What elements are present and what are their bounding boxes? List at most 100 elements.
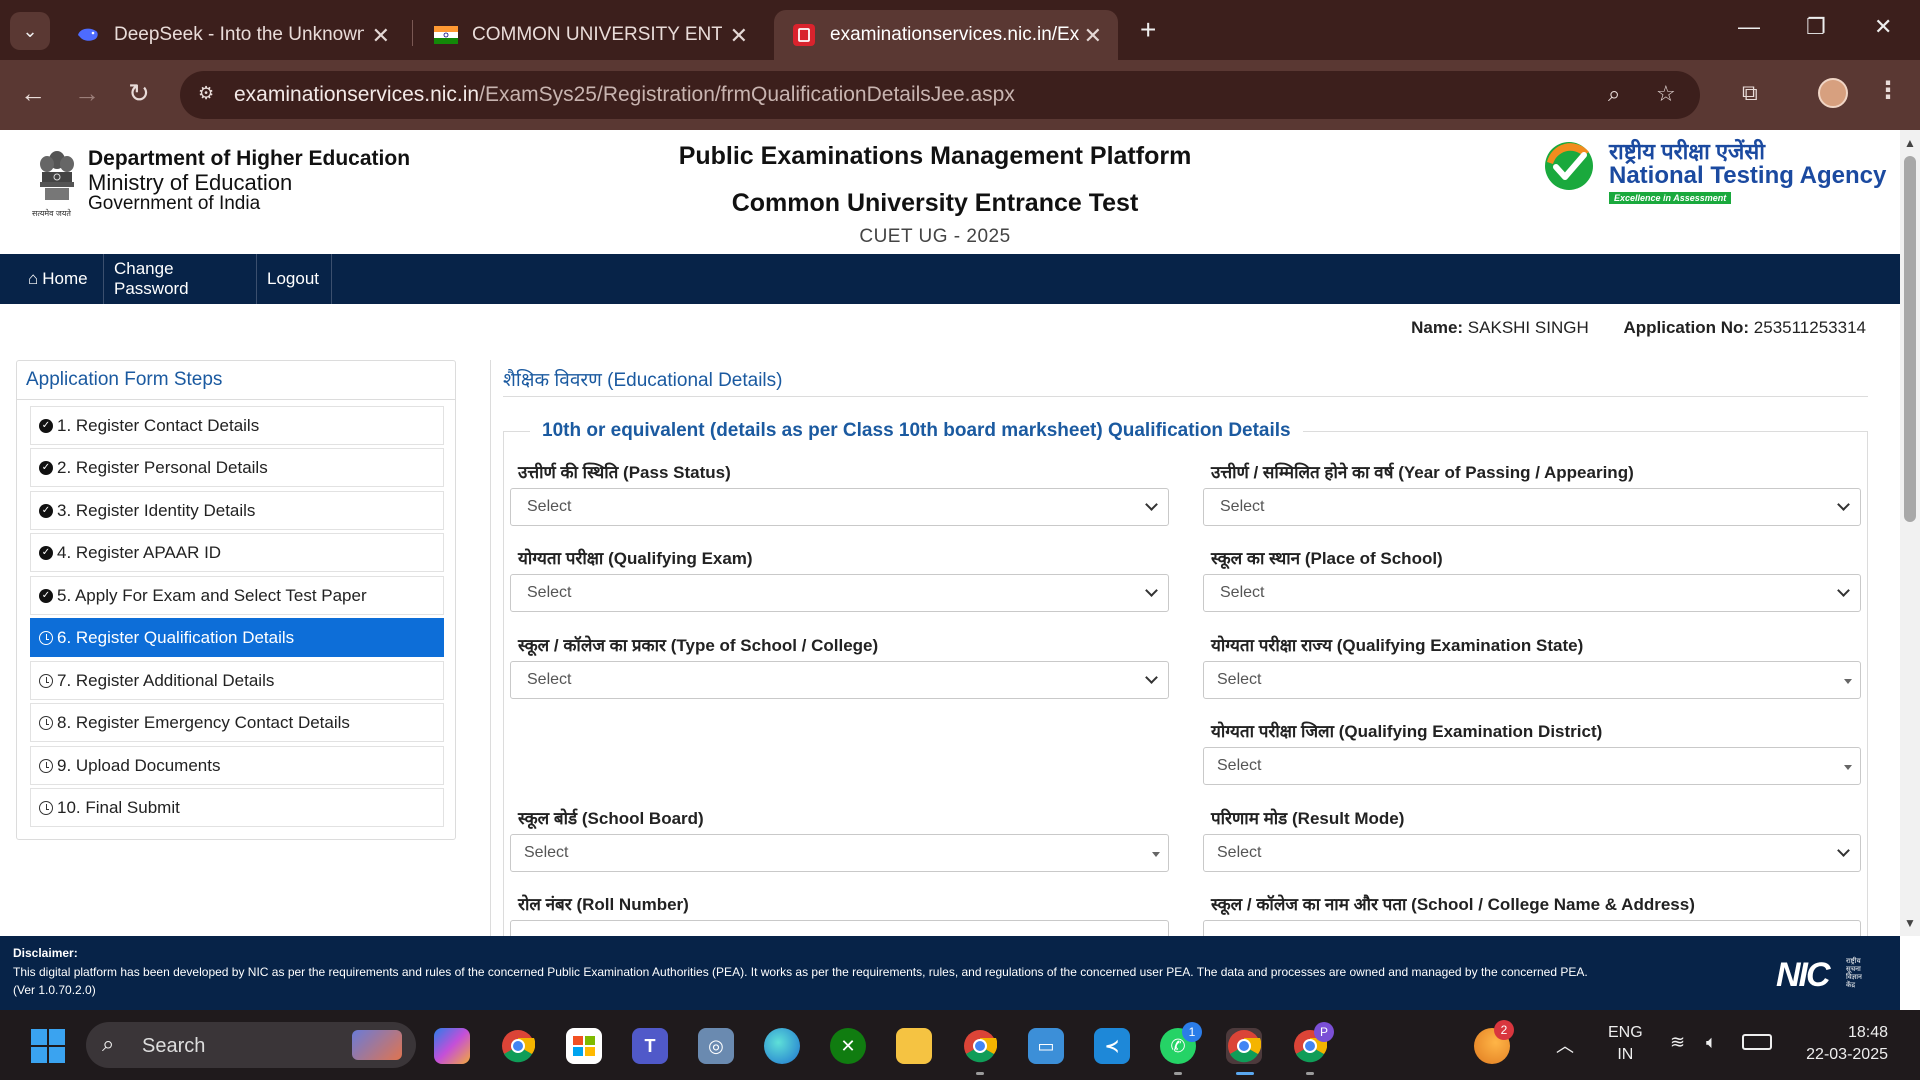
user-info: Name: SAKSHI SINGH Application No: 25351… <box>1411 318 1866 338</box>
exam-state-label: योग्यता परीक्षा राज्य (Qualifying Examin… <box>1211 633 1583 656</box>
nav-home[interactable]: ⌂ Home <box>18 254 104 304</box>
step-identity-details[interactable]: ✓ 3. Register Identity Details <box>30 491 444 530</box>
label-hindi: स्कूल बोर्ड <box>518 809 578 828</box>
forward-arrow-icon[interactable]: → <box>74 78 100 109</box>
nic-full-name: राष्ट्रीय सूचना विज्ञान केंद्र <box>1846 958 1862 989</box>
school-board-select[interactable]: Select <box>510 834 1169 872</box>
volume-icon[interactable]: 🔈︎ <box>1706 1032 1717 1053</box>
roll-number-label: रोल नंबर (Roll Number) <box>518 892 689 915</box>
step-additional-details[interactable]: 7. Register Additional Details <box>30 661 444 700</box>
extensions-icon[interactable]: ⧉ <box>1742 80 1758 106</box>
photos-icon[interactable]: ◎ <box>698 1028 734 1064</box>
chevron-down-icon <box>1145 671 1158 684</box>
xbox-icon[interactable]: ✕ <box>830 1028 866 1064</box>
label-hindi: परिणाम मोड <box>1211 809 1288 828</box>
site-info-icon[interactable]: ⚙ <box>198 83 214 104</box>
chrome-icon[interactable] <box>500 1028 536 1064</box>
deepseek-whale-icon <box>76 23 100 47</box>
battery-icon[interactable] <box>1742 1034 1772 1050</box>
exam-state-select[interactable]: Select <box>1203 661 1861 699</box>
scroll-up-icon[interactable]: ▲ <box>1904 136 1916 150</box>
minimize-icon[interactable]: — <box>1738 14 1760 40</box>
copilot-icon[interactable] <box>434 1028 470 1064</box>
browser-tab-examinationservices[interactable]: examinationservices.nic.in/ExamSys25 ✕ <box>774 10 1118 60</box>
label-hindi: उत्तीर्ण / सम्मिलित होने का वर्ष <box>1211 463 1394 482</box>
step-personal-details[interactable]: ✓ 2. Register Personal Details <box>30 448 444 487</box>
new-tab-icon[interactable]: + <box>1140 14 1156 46</box>
edge-icon[interactable] <box>764 1028 800 1064</box>
label-hindi: योग्यता परीक्षा राज्य <box>1211 636 1332 655</box>
wifi-icon[interactable]: ≋ <box>1670 1032 1685 1053</box>
chrome-active-icon[interactable] <box>1226 1028 1262 1064</box>
microsoft-store-icon[interactable] <box>566 1028 602 1064</box>
restore-icon[interactable]: ❐ <box>1806 14 1826 40</box>
page-scrollbar[interactable]: ▲ ▼ <box>1900 130 1920 936</box>
year-passing-select[interactable]: Select <box>1203 488 1861 526</box>
profile-avatar[interactable] <box>1818 78 1848 108</box>
school-name-input[interactable] <box>1203 920 1861 936</box>
running-indicator <box>1174 1072 1182 1075</box>
select-value: Select <box>1220 498 1265 515</box>
step-contact-details[interactable]: ✓ 1. Register Contact Details <box>30 406 444 445</box>
browser-tab-cuet[interactable]: COMMON UNIVERSITY ENTRANCE TEST ✕ <box>416 10 764 60</box>
nta-tagline: Excellence in Assessment <box>1609 192 1732 204</box>
close-window-icon[interactable]: ✕ <box>1874 14 1892 40</box>
back-arrow-icon[interactable]: ← <box>20 78 46 109</box>
disclaimer-footer: Disclaimer: This digital platform has be… <box>0 936 1900 1010</box>
label-english: (Result Mode) <box>1292 809 1405 828</box>
home-icon: ⌂ <box>28 269 39 288</box>
nav-change-password-label: Change Password <box>114 259 189 298</box>
chrome-profile-icon[interactable] <box>962 1028 998 1064</box>
vscode-icon[interactable]: ≺ <box>1094 1028 1130 1064</box>
chevron-down-icon <box>1837 498 1850 511</box>
scroll-thumb[interactable] <box>1904 156 1916 522</box>
check-circle-icon: ✓ <box>39 460 53 475</box>
more-menu-icon[interactable]: ⋮ <box>1876 76 1900 105</box>
exam-district-select[interactable]: Select <box>1203 747 1861 785</box>
language-indicator[interactable]: ENG IN <box>1608 1022 1643 1066</box>
divider <box>17 399 455 400</box>
clock-icon <box>39 800 53 815</box>
roll-number-input[interactable] <box>510 920 1169 936</box>
reload-icon[interactable]: ↻ <box>128 78 150 109</box>
result-mode-select[interactable]: Select <box>1203 834 1861 872</box>
address-bar[interactable]: ⚙ examinationservices.nic.in/ExamSys25/R… <box>180 71 1700 119</box>
step-final-submit[interactable]: 10. Final Submit <box>30 788 444 827</box>
step-qualification-details[interactable]: 6. Register Qualification Details <box>30 618 444 657</box>
taskbar-search[interactable]: ⌕ Search <box>86 1022 416 1068</box>
scroll-down-icon[interactable]: ▼ <box>1904 916 1916 930</box>
nav-change-password[interactable]: Change Password <box>104 254 257 304</box>
step-emergency-contact[interactable]: 8. Register Emergency Contact Details <box>30 703 444 742</box>
browser-tab-deepseek[interactable]: DeepSeek - Into the Unknown ✕ <box>58 10 406 60</box>
disclaimer-title: Disclaimer: <box>13 946 78 960</box>
nav-logout[interactable]: Logout <box>257 254 332 304</box>
qualifying-exam-label: योग्यता परीक्षा (Qualifying Exam) <box>518 546 753 569</box>
bookmark-star-icon[interactable]: ☆ <box>1656 81 1676 107</box>
close-tab-icon[interactable]: ✕ <box>1084 23 1102 49</box>
step-upload-documents[interactable]: 9. Upload Documents <box>30 746 444 785</box>
step-apaar-id[interactable]: ✓ 4. Register APAAR ID <box>30 533 444 572</box>
close-tab-icon[interactable]: ✕ <box>372 23 390 49</box>
browser-tab-strip: ⌄ DeepSeek - Into the Unknown ✕ COMMON U… <box>0 0 1920 60</box>
place-of-school-select[interactable]: Select <box>1203 574 1861 612</box>
step-apply-exam[interactable]: ✓ 5. Apply For Exam and Select Test Pape… <box>30 576 444 615</box>
clock-icon <box>39 715 53 730</box>
select-value: Select <box>527 671 572 688</box>
chevron-up-icon[interactable]: ︿ <box>1556 1032 1574 1058</box>
zoom-icon[interactable]: ⌕ <box>1608 81 1620 107</box>
qualifying-exam-select[interactable]: Select <box>510 574 1169 612</box>
remote-desktop-icon[interactable]: ▭ <box>1028 1028 1064 1064</box>
close-tab-icon[interactable]: ✕ <box>730 23 748 49</box>
file-explorer-icon[interactable] <box>896 1028 932 1064</box>
pass-status-select[interactable]: Select <box>510 488 1169 526</box>
name-label: Name: <box>1411 318 1464 337</box>
label-hindi: योग्यता परीक्षा <box>518 549 604 568</box>
teams-icon[interactable]: T <box>632 1028 668 1064</box>
label-english: (Place of School) <box>1304 549 1443 568</box>
tab-search-button[interactable]: ⌄ <box>10 12 50 50</box>
label-english: (School Board) <box>581 809 704 828</box>
system-clock[interactable]: 18:48 22-03-2025 <box>1798 1022 1888 1066</box>
windows-start-icon[interactable] <box>30 1028 66 1064</box>
step-label: 5. Apply For Exam and Select Test Paper <box>57 585 367 605</box>
school-type-select[interactable]: Select <box>510 661 1169 699</box>
